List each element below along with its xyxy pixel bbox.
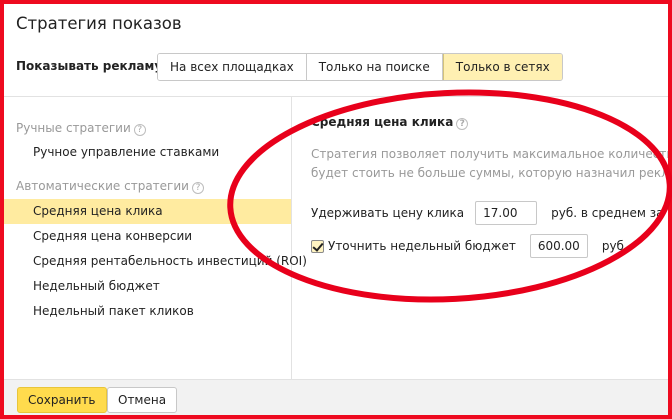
manual-strategies-label: Ручные стратегии <box>16 121 131 135</box>
strategy-sidebar: Ручные стратегии? Ручное управление став… <box>4 97 307 379</box>
placement-all-button[interactable]: На всех площадках <box>158 54 307 80</box>
dialog-title: Стратегия показов <box>16 14 182 33</box>
auto-strategies-label: Автоматические стратегии <box>16 179 189 193</box>
save-button[interactable]: Сохранить <box>17 387 107 413</box>
sidebar-item-manual-bids[interactable]: Ручное управление ставками <box>4 140 291 165</box>
description-line: будет стоить не больше суммы, которую на… <box>311 166 668 180</box>
manual-strategies-heading: Ручные стратегии? <box>16 121 146 136</box>
cancel-button[interactable]: Отмена <box>107 387 178 413</box>
weekly-budget-label: Уточнить недельный бюджет <box>328 239 516 253</box>
weekly-budget-unit: руб. <box>601 239 628 253</box>
description-line: Стратегия позволяет получить максимально… <box>311 147 668 161</box>
sidebar-item-avg-cpa[interactable]: Средняя цена конверсии <box>4 224 291 249</box>
help-icon[interactable]: ? <box>456 118 469 130</box>
show-ads-label: Показывать рекламу: <box>16 59 167 73</box>
hold-cpc-row: Удерживать цену клика руб. в среднем за … <box>311 201 668 225</box>
hold-cpc-input[interactable] <box>475 201 538 225</box>
help-icon[interactable]: ? <box>191 182 204 194</box>
dialog-footer: Сохранить Отмена <box>4 379 668 415</box>
sidebar-item-avg-cpc[interactable]: Средняя цена клика <box>4 199 291 224</box>
hold-cpc-label: Удерживать цену клика <box>311 206 465 220</box>
strategy-description: Стратегия позволяет получить максимально… <box>311 145 668 183</box>
weekly-budget-input[interactable] <box>529 234 588 258</box>
hold-cpc-unit: руб. в среднем за неделю <box>551 206 668 220</box>
placement-segmented-control: На всех площадках Только на поиске Тольк… <box>157 53 563 81</box>
weekly-budget-checkbox[interactable] <box>311 239 324 253</box>
auto-strategies-heading: Автоматические стратегии? <box>16 179 204 194</box>
strategy-settings-pane: Средняя цена клика? Стратегия позволяет … <box>293 97 668 379</box>
pane-title-label: Средняя цена клика <box>311 115 454 129</box>
placement-search-button[interactable]: Только на поиске <box>306 54 443 80</box>
sidebar-item-avg-roi[interactable]: Средняя рентабельность инвестиций (ROI) <box>4 249 307 274</box>
placement-networks-button[interactable]: Только в сетях <box>442 54 562 80</box>
sidebar-item-weekly-clicks[interactable]: Недельный пакет кликов <box>4 299 291 324</box>
help-icon[interactable]: ? <box>133 124 146 136</box>
weekly-budget-row: Уточнить недельный бюджет руб. <box>311 234 628 258</box>
sidebar-item-weekly-budget[interactable]: Недельный бюджет <box>4 274 291 299</box>
pane-title: Средняя цена клика? <box>311 115 469 130</box>
